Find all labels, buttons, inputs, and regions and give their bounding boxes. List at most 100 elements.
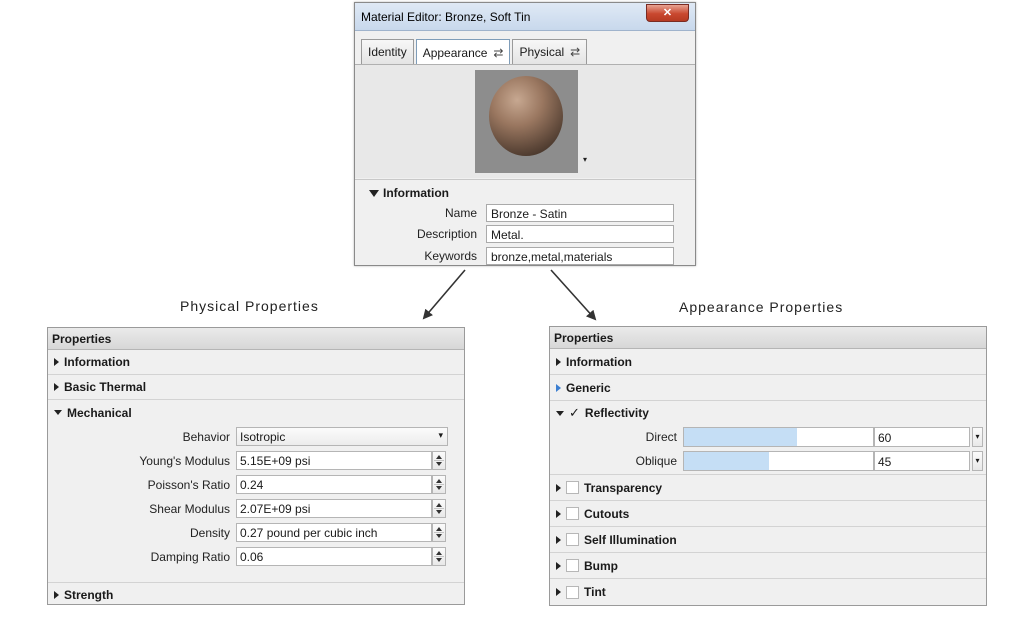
collapsed-triangle-icon (556, 535, 561, 544)
shear-modulus-row: Shear Modulus 2.07E+09 psi (48, 497, 464, 521)
section-title: Bump (584, 558, 618, 573)
property-label: Damping Ratio (150, 550, 230, 564)
bump-checkbox[interactable] (566, 559, 579, 572)
section-self-illumination[interactable]: Self Illumination (550, 527, 986, 553)
chevron-down-icon[interactable]: ▾ (972, 427, 983, 447)
checkmark-icon[interactable]: ✓ (569, 405, 580, 421)
description-field[interactable]: Metal. (486, 225, 674, 243)
close-icon: ✕ (662, 7, 673, 19)
keywords-label: Keywords (424, 249, 477, 263)
section-divider (48, 569, 464, 583)
shear-modulus-input[interactable]: 2.07E+09 psi (236, 499, 432, 518)
section-title: Tint (584, 585, 606, 599)
swatch-menu-icon[interactable]: ▾ (583, 155, 587, 164)
section-information[interactable]: Information (550, 349, 986, 375)
tab-appearance[interactable]: Appearance ⇄ (415, 39, 511, 65)
window-title: Material Editor: Bronze, Soft Tin (361, 10, 531, 24)
density-input[interactable]: 0.27 pound per cubic inch (236, 523, 432, 542)
damping-ratio-row: Damping Ratio 0.06 (48, 545, 464, 569)
spinner-icon[interactable] (432, 499, 446, 518)
panel-header: Properties (550, 327, 986, 349)
poissons-ratio-input[interactable]: 0.24 (236, 475, 432, 494)
section-title: Information (64, 355, 130, 369)
section-title: Generic (566, 380, 611, 395)
section-cutouts[interactable]: Cutouts (550, 501, 986, 527)
collapsed-triangle-icon (556, 509, 561, 518)
youngs-modulus-row: Young's Modulus 5.15E+09 psi (48, 449, 464, 473)
section-title: Mechanical (67, 405, 132, 420)
direct-slider[interactable] (683, 427, 874, 447)
spinner-icon[interactable] (432, 523, 446, 542)
direct-label: Direct (645, 430, 677, 444)
damping-ratio-input[interactable]: 0.06 (236, 547, 432, 566)
spinner-icon[interactable] (432, 475, 446, 494)
tab-physical[interactable]: Physical ⇄ (512, 39, 588, 64)
editor-tabs: Identity Appearance ⇄ Physical ⇄ (361, 39, 588, 65)
collapsed-triangle-icon (556, 588, 561, 596)
description-row: Description Metal. (355, 225, 695, 243)
slider-fill (684, 428, 798, 446)
chevron-down-icon[interactable]: ▾ (972, 451, 983, 471)
self-illumination-checkbox[interactable] (566, 533, 579, 546)
property-label: Young's Modulus (139, 454, 230, 468)
section-title: Cutouts (584, 506, 630, 521)
title-bar[interactable]: Material Editor: Bronze, Soft Tin ✕ (355, 3, 695, 31)
behavior-label: Behavior (182, 430, 230, 444)
property-label: Density (189, 526, 230, 540)
spinner-icon[interactable] (432, 451, 446, 470)
name-field[interactable]: Bronze - Satin (486, 204, 674, 222)
sync-icon: ⇄ (570, 45, 581, 59)
information-section: Information Name Bronze - Satin Descript… (355, 179, 695, 265)
keywords-row: Keywords bronze,metal,materials (355, 247, 695, 265)
section-title: Strength (64, 588, 114, 602)
name-label: Name (444, 206, 477, 220)
section-title: Basic Thermal (64, 380, 147, 394)
cutouts-checkbox[interactable] (566, 507, 579, 520)
behavior-select[interactable]: Isotropic ▾ (236, 427, 448, 446)
expanded-triangle-icon (54, 410, 62, 415)
collapsed-triangle-icon (54, 383, 59, 391)
poissons-ratio-row: Poisson's Ratio 0.24 (48, 473, 464, 497)
chevron-down-icon: ▾ (438, 430, 443, 440)
tint-checkbox[interactable] (566, 585, 579, 599)
tab-label: Identity (368, 45, 407, 59)
section-transparency[interactable]: Transparency (550, 475, 986, 501)
collapsed-triangle-icon (54, 591, 59, 599)
transparency-checkbox[interactable] (566, 481, 579, 494)
information-header[interactable]: Information (369, 186, 449, 200)
section-mechanical[interactable]: Mechanical (48, 400, 464, 425)
oblique-slider[interactable] (683, 451, 874, 471)
section-bump[interactable]: Bump (550, 553, 986, 579)
section-title: Transparency (584, 480, 663, 495)
section-generic[interactable]: Generic (550, 375, 986, 401)
appearance-properties-panel: Properties Information Generic ✓ Reflect… (549, 326, 987, 606)
tab-identity[interactable]: Identity (361, 39, 414, 64)
behavior-value: Isotropic (240, 430, 286, 444)
material-editor-window: Material Editor: Bronze, Soft Tin ✕ Iden… (354, 2, 696, 266)
collapsed-triangle-icon (556, 561, 561, 570)
oblique-value-input[interactable]: 45 (874, 451, 970, 471)
arrow-to-physical (422, 269, 466, 320)
bronze-sphere-preview (489, 76, 563, 156)
collapsed-triangle-icon (54, 358, 59, 366)
spinner-icon[interactable] (432, 547, 446, 566)
arrow-to-appearance (550, 269, 597, 321)
property-label: Shear Modulus (149, 502, 230, 516)
keywords-field[interactable]: bronze,metal,materials (486, 247, 674, 265)
section-tint[interactable]: Tint (550, 579, 986, 605)
oblique-row: Oblique 45 ▾ (550, 449, 986, 475)
section-strength[interactable]: Strength (48, 583, 464, 604)
tab-label: Physical (519, 45, 565, 59)
slider-fill (684, 452, 770, 470)
oblique-label: Oblique (635, 454, 677, 468)
expand-triangle-icon (369, 189, 379, 197)
section-information[interactable]: Information (48, 350, 464, 375)
panel-header: Properties (48, 328, 464, 350)
section-basic-thermal[interactable]: Basic Thermal (48, 375, 464, 400)
youngs-modulus-input[interactable]: 5.15E+09 psi (236, 451, 432, 470)
material-swatch[interactable] (475, 70, 578, 173)
close-button[interactable]: ✕ (646, 4, 689, 22)
property-label: Poisson's Ratio (147, 478, 230, 492)
direct-value-input[interactable]: 60 (874, 427, 970, 447)
section-reflectivity[interactable]: ✓ Reflectivity (550, 401, 986, 425)
